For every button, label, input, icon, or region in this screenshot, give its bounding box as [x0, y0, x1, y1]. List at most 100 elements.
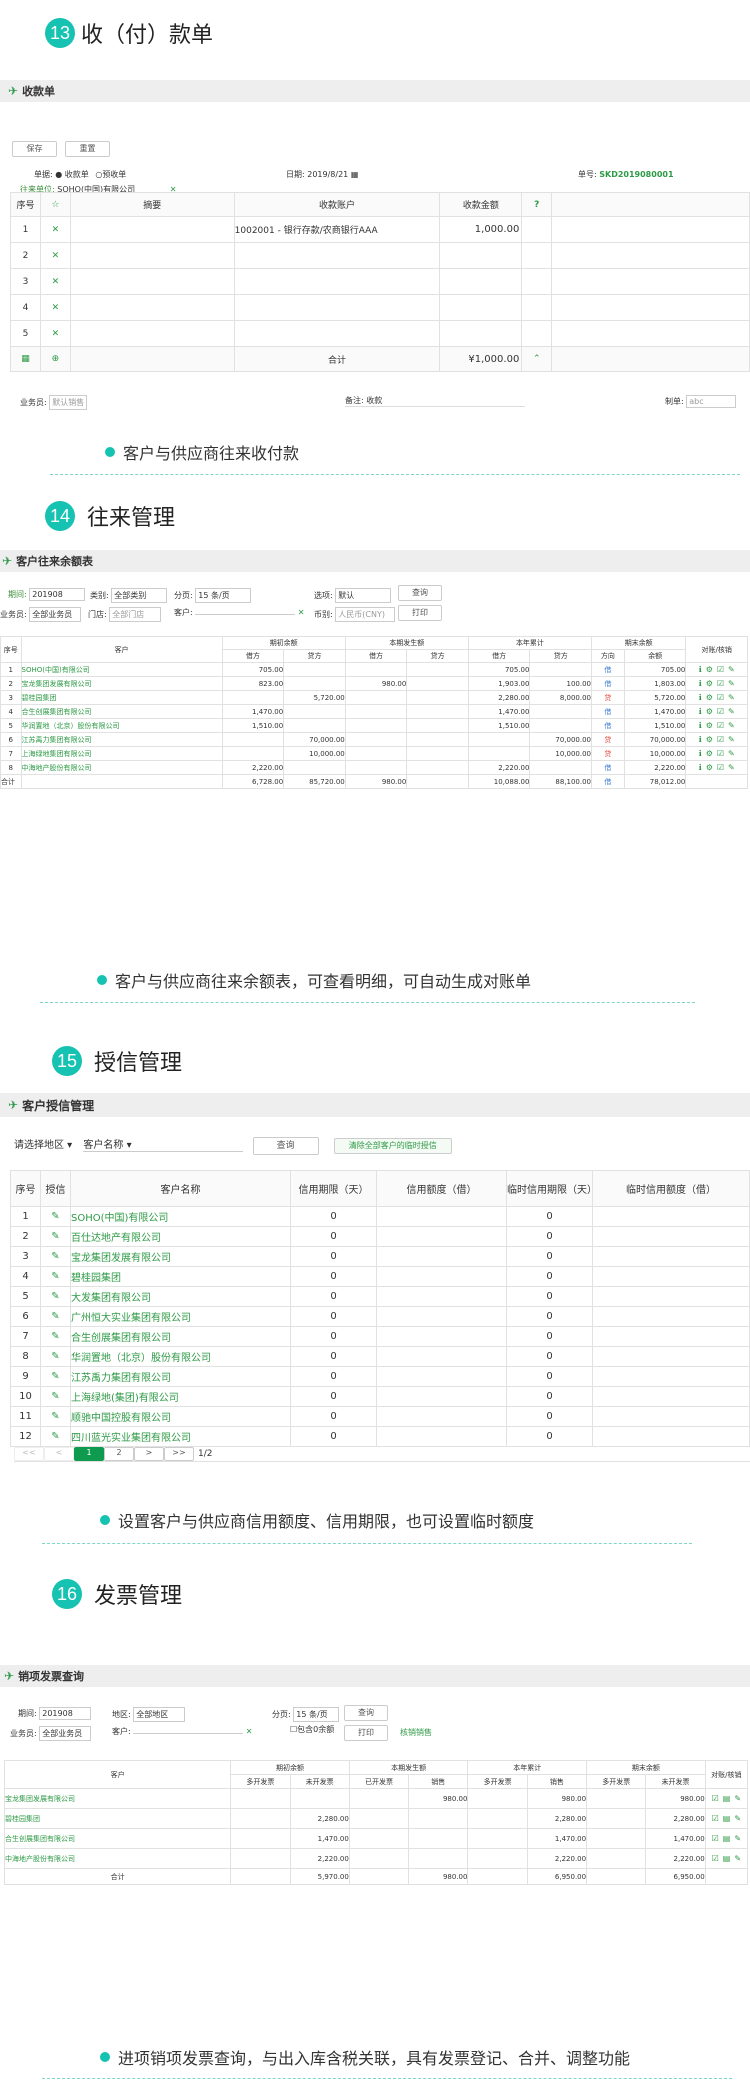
- period-select[interactable]: 201908: [29, 588, 86, 601]
- sales-select[interactable]: 全部业务员: [39, 1726, 92, 1741]
- customer-link[interactable]: 四川蓝光实业集团有限公司: [70, 1426, 291, 1447]
- currency-select[interactable]: 人民币(CNY): [335, 607, 396, 622]
- check-icon[interactable]: ☑: [717, 665, 724, 674]
- edit-icon[interactable]: ✎: [728, 749, 735, 758]
- check-icon[interactable]: ☑: [712, 1814, 719, 1823]
- delete-row-icon[interactable]: ✕: [39, 320, 71, 347]
- customer-name-select[interactable]: 客户名称 ▾: [83, 1136, 244, 1152]
- edit-icon[interactable]: ✎: [728, 763, 735, 772]
- prev-page-button[interactable]: <: [44, 1446, 74, 1461]
- query-button[interactable]: 查询: [398, 585, 442, 601]
- first-page-button[interactable]: <<: [14, 1446, 44, 1461]
- customer-link[interactable]: 广州恒大实业集团有限公司: [70, 1306, 291, 1327]
- print-button[interactable]: 打印: [398, 605, 442, 621]
- edit-icon[interactable]: ✎: [40, 1366, 71, 1387]
- customer-link[interactable]: 中海地产股份有限公司: [20, 760, 223, 775]
- check-icon[interactable]: ☑: [717, 721, 724, 730]
- customer-link[interactable]: 大发集团有限公司: [70, 1286, 291, 1307]
- edit-icon[interactable]: ✎: [40, 1226, 71, 1247]
- sales-field[interactable]: 业务员: 默认销售: [20, 395, 88, 410]
- type-select[interactable]: 全部类别: [111, 588, 168, 603]
- verify-sales-link[interactable]: 核销销售: [400, 1727, 432, 1738]
- summary-cell[interactable]: [69, 216, 235, 243]
- next-page-button[interactable]: >: [134, 1446, 164, 1461]
- customer-link[interactable]: 华润置地（北京）股份有限公司: [20, 718, 223, 733]
- account-cell[interactable]: [233, 268, 441, 295]
- edit-icon[interactable]: ✎: [40, 1286, 71, 1307]
- edit-icon[interactable]: ✎: [728, 693, 735, 702]
- edit-icon[interactable]: ✎: [40, 1346, 71, 1367]
- area-select[interactable]: 全部地区: [133, 1707, 186, 1722]
- customer-link[interactable]: 华润置地（北京）股份有限公司: [70, 1346, 291, 1367]
- customer-link[interactable]: 江苏禹力集团有限公司: [70, 1366, 291, 1387]
- settings-icon[interactable]: ⚙: [706, 707, 713, 716]
- page-size-select[interactable]: 15 条/页: [293, 1707, 340, 1722]
- collapse-icon[interactable]: ⌃: [521, 346, 553, 372]
- customer-input[interactable]: [133, 1733, 244, 1734]
- summary-cell[interactable]: [69, 294, 235, 321]
- check-icon[interactable]: ☑: [717, 749, 724, 758]
- edit-icon[interactable]: ✎: [734, 1834, 741, 1843]
- sales-select[interactable]: 全部业务员: [29, 607, 82, 622]
- customer-link[interactable]: 百仕达地产有限公司: [70, 1226, 291, 1247]
- info-icon[interactable]: ℹ: [699, 665, 702, 674]
- customer-link[interactable]: 宝龙集团发展有限公司: [20, 676, 223, 691]
- settings-icon[interactable]: ⚙: [706, 693, 713, 702]
- query-button[interactable]: 查询: [252, 1137, 319, 1155]
- check-icon[interactable]: ☑: [717, 763, 724, 772]
- amount-cell[interactable]: [439, 320, 523, 347]
- check-icon[interactable]: ☑: [712, 1854, 719, 1863]
- edit-icon[interactable]: ✎: [40, 1326, 71, 1347]
- amount-cell[interactable]: [439, 242, 523, 269]
- settings-icon[interactable]: ⚙: [706, 665, 713, 674]
- zero-balance-checkbox[interactable]: ☐包含0余额: [290, 1724, 334, 1735]
- customer-link[interactable]: 合生创展集团有限公司: [3, 1828, 232, 1849]
- store-select[interactable]: 全部门店: [109, 607, 162, 622]
- delete-row-icon[interactable]: ✕: [39, 294, 71, 321]
- add-row-icon[interactable]: ⊕: [39, 346, 71, 372]
- clear-temp-credit-button[interactable]: 清除全部客户的临时授信: [333, 1138, 452, 1154]
- customer-link[interactable]: 宝龙集团发展有限公司: [70, 1246, 291, 1267]
- delete-row-icon[interactable]: ✕: [39, 242, 71, 269]
- settings-icon[interactable]: ⚙: [706, 749, 713, 758]
- check-icon[interactable]: ☑: [712, 1834, 719, 1843]
- settings-icon[interactable]: ⚙: [706, 679, 713, 688]
- query-button[interactable]: 查询: [344, 1705, 388, 1721]
- customer-link[interactable]: 合生创展集团有限公司: [20, 704, 223, 719]
- delete-row-icon[interactable]: ✕: [39, 216, 71, 243]
- edit-icon[interactable]: ✎: [40, 1386, 71, 1407]
- account-cell[interactable]: [233, 320, 441, 347]
- edit-icon[interactable]: ✎: [40, 1426, 71, 1447]
- amount-cell[interactable]: 1,000.00: [439, 216, 523, 243]
- edit-icon[interactable]: ✎: [40, 1406, 71, 1427]
- info-icon[interactable]: ℹ: [699, 721, 702, 730]
- summary-cell[interactable]: [69, 320, 235, 347]
- check-icon[interactable]: ☑: [717, 707, 724, 716]
- customer-link[interactable]: 上海绿地(集团)有限公司: [70, 1386, 291, 1407]
- info-icon[interactable]: ℹ: [699, 679, 702, 688]
- customer-input[interactable]: [195, 614, 296, 615]
- page-size-select[interactable]: 15 条/页: [195, 588, 252, 603]
- info-icon[interactable]: ℹ: [699, 707, 702, 716]
- last-page-button[interactable]: >>: [164, 1446, 194, 1461]
- help-icon[interactable]: ?: [521, 192, 553, 217]
- edit-icon[interactable]: ✎: [40, 1246, 71, 1267]
- remark-field[interactable]: 备注: 收款: [345, 395, 525, 407]
- list-icon[interactable]: ▤: [723, 1854, 731, 1863]
- settings-icon[interactable]: ⚙: [706, 721, 713, 730]
- region-select[interactable]: 请选择地区 ▾: [14, 1140, 72, 1151]
- settings-icon[interactable]: ⚙: [706, 735, 713, 744]
- settings-icon[interactable]: ⚙: [706, 763, 713, 772]
- option-select[interactable]: 默认: [335, 588, 392, 603]
- list-icon[interactable]: ▤: [723, 1834, 731, 1843]
- customer-link[interactable]: 中海地产股份有限公司: [3, 1848, 232, 1869]
- customer-link[interactable]: 碧桂园集团: [20, 690, 223, 705]
- check-icon[interactable]: ☑: [712, 1794, 719, 1803]
- amount-cell[interactable]: [439, 294, 523, 321]
- customer-link[interactable]: 宝龙集团发展有限公司: [3, 1788, 232, 1809]
- clear-icon[interactable]: ✕: [298, 608, 305, 617]
- delete-row-icon[interactable]: ✕: [39, 268, 71, 295]
- customer-link[interactable]: 江苏禹力集团有限公司: [20, 732, 223, 747]
- amount-cell[interactable]: [439, 268, 523, 295]
- check-icon[interactable]: ☑: [717, 679, 724, 688]
